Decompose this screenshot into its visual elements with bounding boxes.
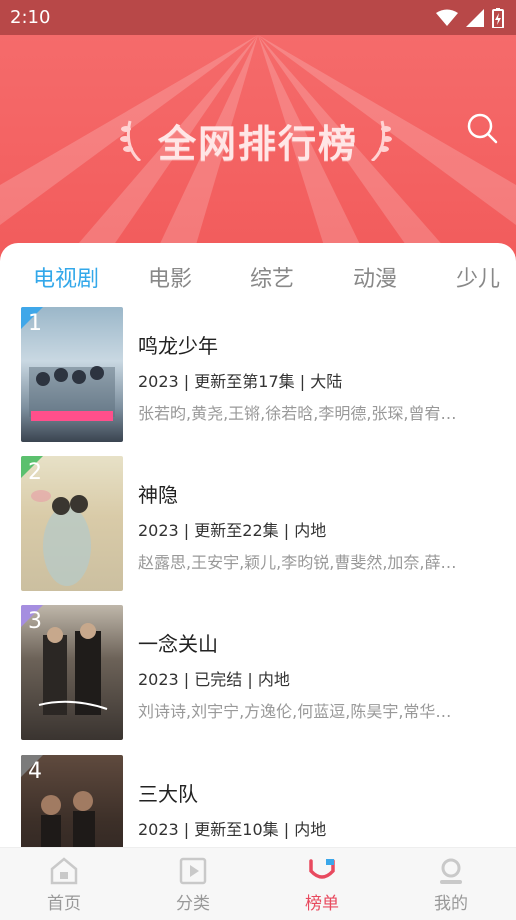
tab-kids[interactable]: 少儿 (456, 261, 500, 293)
poster-image: 3 (21, 605, 123, 740)
profile-icon (440, 858, 462, 884)
page-title: 全网排行榜 (157, 122, 358, 166)
status-time: 2:10 (10, 7, 51, 28)
bottom-nav: 首页 分类 榜单 我的 (0, 847, 516, 920)
poster-image: 1 (21, 307, 123, 442)
signal-icon (466, 9, 484, 27)
nav-profile-label: 我的 (434, 894, 468, 914)
status-bar: 2:10 (0, 0, 516, 35)
laurel-right-icon (370, 120, 392, 161)
rank-number: 3 (28, 609, 42, 634)
nav-category[interactable]: 分类 (129, 848, 257, 920)
nav-category-label: 分类 (176, 894, 210, 914)
item-meta: 2023 | 更新至10集 | 内地 (138, 820, 327, 839)
rank-number: 2 (28, 460, 42, 485)
rank-number: 4 (28, 759, 42, 784)
tab-tv-series[interactable]: 电视剧 (33, 261, 99, 293)
list-item[interactable]: 2 神隐 2023 | 更新至22集 | 内地 赵露思,王安宇,颖儿,李昀锐,曹… (0, 456, 516, 592)
search-icon[interactable] (466, 112, 498, 144)
content-sheet: 电视剧 电影 综艺 动漫 少儿 1 鸣龙少年 2023 | 更新至第17集 | … (0, 243, 516, 919)
battery-icon (492, 8, 504, 28)
play-icon (179, 857, 207, 885)
item-meta: 2023 | 更新至第17集 | 大陆 (138, 372, 343, 391)
rank-number: 1 (28, 311, 42, 336)
wifi-icon (436, 9, 458, 26)
item-title: 神隐 (138, 483, 178, 507)
nav-home-label: 首页 (47, 894, 81, 914)
item-meta: 2023 | 更新至22集 | 内地 (138, 521, 327, 540)
nav-profile[interactable]: 我的 (387, 848, 515, 920)
item-title: 鸣龙少年 (138, 334, 218, 358)
ranking-icon (309, 859, 335, 879)
hero-banner: 全网排行榜 (0, 35, 516, 265)
tab-anime[interactable]: 动漫 (353, 261, 397, 293)
home-icon (50, 857, 78, 885)
tab-variety[interactable]: 综艺 (250, 261, 294, 293)
nav-home[interactable]: 首页 (0, 848, 128, 920)
item-cast: 赵露思,王安宇,颖儿,李昀锐,曹斐然,加奈,薛… (138, 553, 457, 572)
list-item[interactable]: 3 一念关山 2023 | 已完结 | 内地 刘诗诗,刘宇宁,方逸伦,何蓝逗,陈… (0, 605, 516, 741)
poster-image: 2 (21, 456, 123, 591)
item-title: 三大队 (138, 782, 198, 806)
list-item[interactable]: 1 鸣龙少年 2023 | 更新至第17集 | 大陆 张若昀,黄尧,王锵,徐若晗… (0, 307, 516, 443)
item-cast: 刘诗诗,刘宇宁,方逸伦,何蓝逗,陈昊宇,常华… (138, 702, 452, 721)
item-meta: 2023 | 已完结 | 内地 (138, 670, 290, 689)
item-title: 一念关山 (138, 632, 218, 656)
nav-ranking[interactable]: 榜单 (258, 848, 386, 920)
status-icons (436, 8, 504, 28)
nav-ranking-label: 榜单 (305, 894, 339, 914)
item-cast: 张若昀,黄尧,王锵,徐若晗,李明德,张琛,曾宥… (138, 404, 457, 423)
category-tabs: 电视剧 电影 综艺 动漫 少儿 (0, 243, 516, 305)
tab-movies[interactable]: 电影 (148, 261, 192, 293)
